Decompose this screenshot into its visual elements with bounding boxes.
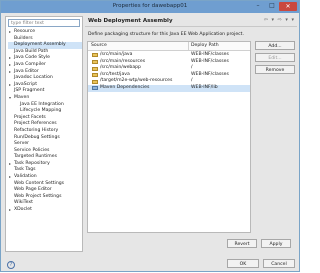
sidebar-item-label: Project Facets [14,114,46,120]
source-cell: /src/main/java [100,52,133,57]
sidebar-item[interactable]: Refactoring History [8,128,82,135]
folder-icon [92,73,98,78]
minimize-icon[interactable]: – [251,1,265,11]
table-row[interactable]: /target/m2e-wtp/web-resources / [88,78,250,85]
page-title: Web Deployment Assembly [88,18,173,24]
sidebar-item-label: Web Page Editor [14,187,52,193]
sidebar-item-label: Run/Debug Settings [14,134,60,140]
folder-icon [92,79,98,84]
sidebar-item[interactable]: JSP Fragment [8,88,82,95]
sidebar-item-label: Lifecycle Mapping [20,108,62,114]
maximize-icon[interactable]: □ [265,1,279,11]
sidebar-item[interactable]: Web Page Editor [8,187,82,194]
sidebar-item-label: Web Content Settings [14,180,65,186]
close-icon[interactable]: ✕ [279,2,297,11]
folder-icon [92,66,98,71]
deploy-path-cell: / [191,78,193,84]
page-description: Define packaging structure for this Java… [88,32,244,37]
sidebar-item[interactable]: Deployment Assembly [8,42,82,49]
sidebar-item-label: Java Build Path [14,48,49,54]
assembly-table: Source Deploy Path /src/main/java WEB-INF… [87,41,251,233]
property-tree: ▸ Resource Builders Deployment Assembly Java… [8,29,82,214]
chevron-right-icon[interactable]: ▸ [9,161,11,168]
sidebar-item[interactable]: Server [8,141,82,148]
table-row[interactable]: /src/main/webapp / [88,65,250,72]
sidebar-item-label: Validation [14,174,37,180]
sidebar-item-label: Java EE Integration [20,101,64,107]
sidebar-item-label: WikiText [14,200,33,206]
sidebar-item[interactable]: ▸ Java Code Style [8,55,82,62]
chevron-right-icon[interactable]: ▸ [9,174,11,181]
chevron-right-icon[interactable]: ▸ [9,69,11,76]
deploy-path-cell: WEB-INF/classes [191,71,229,77]
sidebar-item-label: Project References [14,121,57,127]
chevron-right-icon[interactable]: ▸ [9,207,11,214]
sidebar-item-label: Targeted Runtimes [14,154,57,160]
sidebar-item-label: Java Editor [14,68,39,74]
sidebar-item[interactable]: Project References [8,121,82,128]
sidebar-item-label: Deployment Assembly [14,42,66,48]
column-header-deploy-path[interactable]: Deploy Path [191,43,219,48]
sidebar-item-label: XDoclet [14,207,32,213]
column-header-source[interactable]: Source [91,43,107,48]
sidebar-item[interactable]: ▸ XDoclet [8,207,82,214]
chevron-right-icon[interactable]: ▸ [9,82,11,89]
table-header: Source Deploy Path [88,42,250,51]
sidebar-item-label: Maven [14,94,30,100]
table-row[interactable]: Maven Dependencies WEB-INF/lib [88,85,250,92]
source-cell: /target/m2e-wtp/web-resources [100,78,173,84]
edit-button[interactable]: Edit... [255,53,295,62]
source-cell: Maven Dependencies [100,85,150,90]
source-cell: /src/main/webapp [100,65,141,71]
chevron-right-icon[interactable]: ▸ [9,55,11,62]
sidebar-item-label: Java Code Style [14,55,50,61]
title-bar[interactable]: Properties for dawebapp01 – □ ✕ [1,1,299,13]
sidebar-item-label: JavaScript [14,81,38,87]
folder-icon [92,59,98,64]
chevron-right-icon[interactable]: ▸ [9,29,11,36]
cancel-button[interactable]: Cancel [263,259,295,268]
library-icon [92,86,98,91]
sidebar-item-label: Service Policies [14,147,50,153]
sidebar-item-label: Resource [14,29,36,34]
deployment-assembly-page: Web Deployment Assembly ⇦ ▾ ⇨ ▾ ▾ Define… [85,16,297,252]
sidebar-item-label: Task Tags [14,167,36,173]
property-pages-panel: type filter text ▸ Resource Builders Deploy… [5,16,83,252]
column-divider[interactable] [188,42,189,50]
folder-icon [92,53,98,58]
sidebar-item-label: Refactoring History [14,127,59,133]
sidebar-item[interactable]: Lifecycle Mapping [8,108,82,115]
sidebar-item[interactable]: ▸ Resource [8,29,82,36]
divider [85,26,297,27]
sidebar-item-label: Java Compiler [14,61,46,67]
properties-window: Properties for dawebapp01 – □ ✕ type fil… [0,0,300,272]
deploy-path-cell: WEB-INF/classes [191,52,229,57]
revert-button[interactable]: Revert [227,239,257,248]
filter-input[interactable]: type filter text [8,19,80,27]
sidebar-item[interactable]: Targeted Runtimes [8,154,82,161]
nav-arrows-icon[interactable]: ⇦ ▾ ⇨ ▾ ▾ [264,17,295,23]
chevron-down-icon[interactable]: ▾ [9,95,11,102]
sidebar-item[interactable]: ▸ Validation [8,174,82,181]
apply-button[interactable]: Apply [261,239,291,248]
sidebar-item[interactable]: ▾ Maven [8,95,82,102]
table-row[interactable]: /src/main/java WEB-INF/classes [88,52,250,59]
add-button[interactable]: Add... [255,41,295,50]
help-icon[interactable]: ? [7,261,15,269]
sidebar-item-label: Javadoc Location [14,75,53,81]
sidebar-item[interactable]: Javadoc Location [8,75,82,82]
remove-button[interactable]: Remove [255,65,295,74]
sidebar-item[interactable]: ▸ Java Compiler [8,62,82,69]
sidebar-item-label: JSP Fragment [14,88,45,94]
deploy-path-cell: WEB-INF/lib [191,85,218,90]
deploy-path-cell: / [191,65,193,71]
deploy-path-cell: WEB-INF/classes [191,58,229,64]
sidebar-item-label: Web Project Settings [14,193,62,199]
chevron-right-icon[interactable]: ▸ [9,62,11,69]
sidebar-item-label: Task Repository [14,160,50,166]
sidebar-item-label: Server [14,141,30,147]
ok-button[interactable]: OK [227,259,259,268]
sidebar-item-label: Builders [14,35,33,41]
dialog-button-bar: ? OK Cancel [1,253,301,273]
